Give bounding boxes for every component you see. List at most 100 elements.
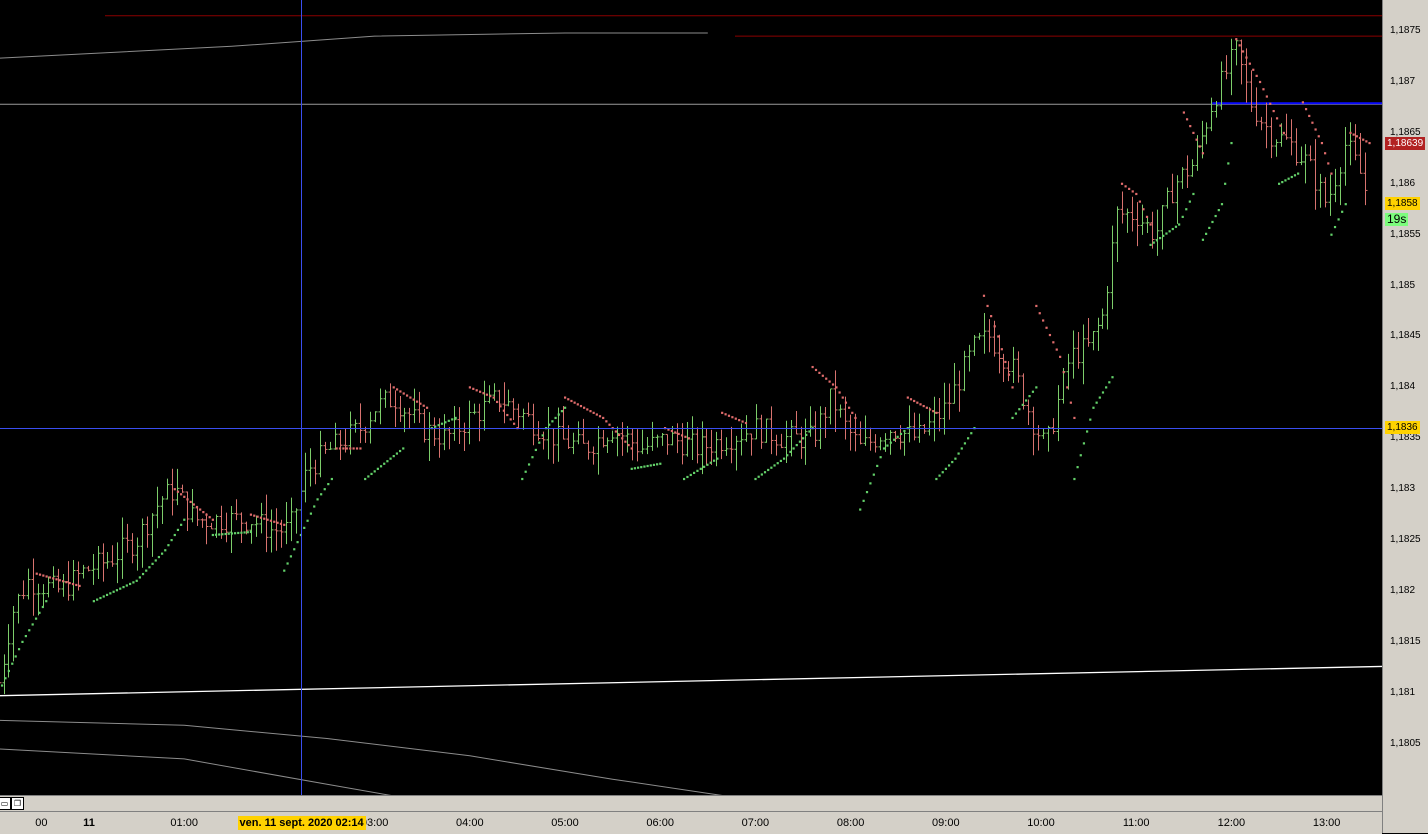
sar-dot-down (202, 511, 205, 514)
sar-dot-down (906, 396, 909, 399)
sar-dot-up (221, 533, 224, 536)
sar-dot-down (479, 390, 482, 393)
sar-dot-down (509, 418, 512, 421)
sar-dot-up (1149, 243, 1152, 246)
sar-dot-up (376, 467, 379, 470)
sar-dot-up (1341, 210, 1344, 213)
sar-dot-down (1007, 373, 1011, 376)
sar-dot-up (709, 461, 712, 464)
sar-dot-up (1293, 174, 1297, 177)
sar-dot-up (1214, 214, 1217, 218)
sar-dot-down (841, 396, 844, 399)
sar-dot-up (1018, 408, 1021, 411)
sar-dot-down (55, 578, 58, 581)
sar-dot-down (990, 315, 993, 318)
sar-dot-up (1181, 215, 1184, 218)
sar-dot-down (913, 399, 916, 403)
price-tick-label: 1,1805 (1390, 737, 1421, 749)
sar-dot-down (78, 584, 81, 588)
sar-dot-down (602, 416, 605, 420)
sar-dot-up (0, 684, 4, 687)
sar-dot-up (320, 493, 323, 496)
sar-dot-down (592, 411, 595, 414)
sar-dot-down (1327, 162, 1330, 165)
bar-timer-tag: 19s (1385, 212, 1409, 227)
price-tick-label: 1,1855 (1390, 228, 1421, 240)
white-trend (0, 665, 1382, 697)
sar-dot-up (970, 432, 973, 435)
sar-dot-down (818, 371, 821, 374)
sar-dot-up (249, 530, 253, 534)
sar-dot-down (279, 522, 283, 525)
sar-dot-up (7, 669, 10, 673)
sar-dot-down (828, 380, 831, 383)
sar-dot-up (224, 532, 227, 536)
sar-dot-down (1135, 192, 1138, 196)
sar-dot-up (951, 460, 954, 464)
sar-dot-up (437, 424, 440, 427)
sar-dot-down (576, 403, 579, 406)
sar-dot-up (327, 483, 330, 486)
sar-dot-down (489, 395, 492, 398)
time-tick-label: 07:00 (741, 817, 770, 829)
price-tick-label: 1,1875 (1390, 25, 1421, 36)
sar-dot-down (259, 516, 263, 519)
sar-dot-down (1192, 131, 1195, 134)
sar-dot-up (776, 462, 779, 465)
sar-dot-up (151, 562, 154, 565)
sar-dot-down (1182, 111, 1185, 114)
price-chart[interactable] (0, 0, 1382, 795)
sar-dot-down (1073, 416, 1076, 420)
sar-dot-up (31, 623, 34, 626)
sar-dot-up (1208, 226, 1211, 230)
sar-dot-down (605, 420, 608, 423)
sar-dot-down (814, 368, 818, 372)
sar-dot-down (848, 406, 851, 409)
sar-dot-down (986, 304, 989, 308)
sar-dot-up (112, 590, 115, 593)
sar-dot-up (233, 532, 237, 535)
sar-dot-down (425, 406, 429, 409)
sar-dot-up (1011, 416, 1014, 420)
sar-dot-up (640, 466, 643, 469)
sar-dot-down (338, 447, 342, 450)
sar-dot-up (237, 531, 240, 535)
price-axis[interactable]: 1,1875 1,187 1,1865 1,186 1,1855 1,185 1,1845 1… (1382, 0, 1428, 833)
sar-dot-up (1165, 232, 1168, 235)
sar-dot-down (1241, 50, 1245, 53)
sar-dot-down (1052, 341, 1055, 344)
sar-dot-down (589, 410, 592, 413)
price-tick-label: 1,181 (1390, 686, 1416, 698)
minimize-icon[interactable]: ▭ (0, 797, 11, 810)
sar-dot-down (573, 401, 576, 404)
sar-dot-up (386, 460, 389, 463)
sar-dot-up (303, 526, 306, 529)
sar-dot-up (963, 442, 967, 445)
sar-dot-up (652, 463, 656, 466)
sar-dot-down (276, 521, 279, 524)
sar-dot-up (1284, 179, 1287, 182)
sar-dot-up (659, 462, 662, 465)
sar-dot-up (1290, 175, 1293, 179)
sar-dot-up (1220, 203, 1224, 206)
restore-icon[interactable]: ❐ (11, 797, 24, 810)
sar-dot-up (1152, 241, 1155, 244)
sar-dot-up (96, 598, 99, 601)
price-tick-label: 1,1825 (1390, 534, 1421, 545)
sar-dot-up (1333, 225, 1337, 229)
sar-dot-down (1255, 74, 1258, 77)
time-axis[interactable]: 00 11 01:00 03:00 04:00 05:00 06:00 07:00 08:00 0… (0, 811, 1382, 834)
sar-dot-up (541, 434, 544, 437)
sar-dot-down (1066, 386, 1069, 389)
sar-dot-up (309, 512, 313, 515)
sar-dot-up (903, 429, 906, 433)
sar-dot-up (132, 581, 135, 584)
sar-dot-down (1198, 145, 1201, 148)
sar-dot-down (738, 419, 741, 422)
sar-dot-down (189, 500, 192, 504)
sar-dot-up (230, 532, 233, 535)
sar-dot-down (922, 404, 925, 408)
sar-dot-up (451, 418, 454, 421)
sar-dot-up (763, 471, 767, 474)
sar-dot-up (1178, 223, 1181, 226)
